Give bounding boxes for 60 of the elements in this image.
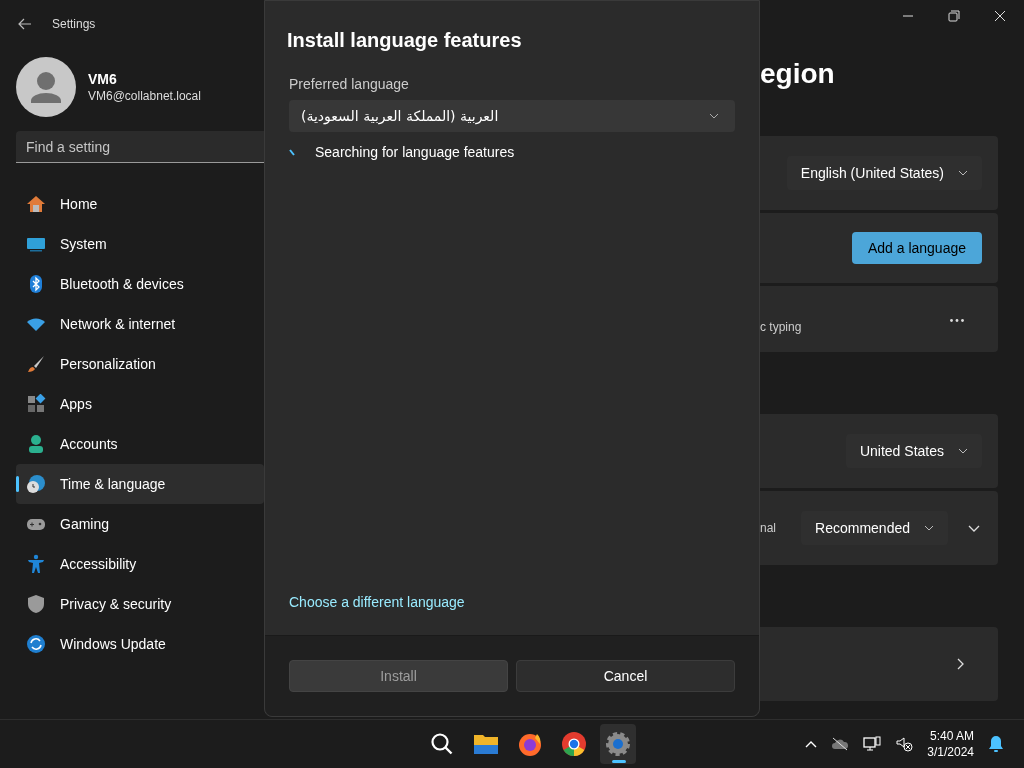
card-text: nal	[760, 521, 776, 535]
expand-icon[interactable]	[968, 524, 980, 532]
nav-item[interactable]: Accounts	[16, 424, 264, 464]
browser-icon	[561, 731, 587, 757]
user-name: VM6	[88, 71, 118, 87]
nav-item[interactable]: Apps	[16, 384, 264, 424]
nav-item[interactable]: Windows Update	[16, 624, 264, 664]
nav-icon	[26, 634, 46, 654]
nav-item[interactable]: Accessibility	[16, 544, 264, 584]
field-label: Preferred language	[289, 76, 410, 92]
nav-item[interactable]: Network & internet	[16, 304, 264, 344]
user-email: VM6@collabnet.local	[88, 89, 201, 103]
dropdown[interactable]: Recommended	[801, 511, 948, 545]
nav-item[interactable]: Time & language	[16, 464, 264, 504]
nav-item[interactable]: Home	[16, 184, 264, 224]
clock-date[interactable]: 3/1/2024	[927, 745, 974, 759]
chevron-up-icon[interactable]	[805, 740, 818, 748]
nav-icon	[26, 594, 46, 614]
status-text: Searching for language features	[315, 144, 515, 160]
volume-muted-icon[interactable]	[895, 736, 914, 752]
nav-icon	[26, 434, 46, 454]
avatar-icon	[16, 57, 76, 117]
chevron-down-icon	[709, 113, 719, 119]
gear-icon	[605, 731, 631, 757]
card-text: c typing	[760, 320, 802, 334]
back-icon[interactable]	[18, 18, 32, 30]
nav-item[interactable]: System	[16, 224, 264, 264]
chevron-right-icon[interactable]	[957, 658, 964, 670]
maximize-icon[interactable]	[948, 10, 960, 22]
bell-icon[interactable]	[988, 735, 1004, 753]
dialog-title: Install language features	[287, 29, 523, 52]
browser-icon	[517, 731, 543, 757]
chevron-down-icon	[958, 170, 968, 176]
search-icon	[429, 731, 455, 757]
page-title: egion	[760, 58, 836, 91]
more-icon[interactable]	[950, 318, 964, 322]
nav-item[interactable]: Bluetooth & devices	[16, 264, 264, 304]
close-icon[interactable]	[994, 10, 1006, 22]
dropdown[interactable]: United States	[845, 434, 982, 468]
taskbar-app[interactable]	[600, 724, 636, 764]
clock-time[interactable]: 5:40 AM	[929, 729, 974, 743]
nav-icon	[26, 554, 46, 574]
chevron-down-icon	[924, 525, 934, 531]
window-title: Settings	[52, 17, 96, 31]
language-dropdown[interactable]: العربية (المملكة العربية السعودية)	[289, 100, 735, 132]
dropdown[interactable]: English (United States)	[786, 156, 982, 190]
network-icon[interactable]	[863, 736, 882, 752]
add-language-button[interactable]: Add a language	[851, 232, 982, 264]
nav-icon	[26, 394, 46, 414]
search-field[interactable]: Find a setting	[16, 131, 264, 163]
chevron-down-icon	[958, 448, 968, 454]
choose-language-link[interactable]: Choose a different language	[289, 594, 735, 610]
cancel-button[interactable]: Cancel	[516, 660, 735, 692]
spinner-icon	[289, 148, 295, 156]
nav-item[interactable]: Gaming	[16, 504, 264, 544]
nav-icon	[26, 474, 46, 494]
cloud-off-icon[interactable]	[831, 737, 850, 751]
nav-icon	[26, 194, 46, 214]
nav-item[interactable]: Personalization	[16, 344, 264, 384]
nav-item[interactable]: Privacy & security	[16, 584, 264, 624]
